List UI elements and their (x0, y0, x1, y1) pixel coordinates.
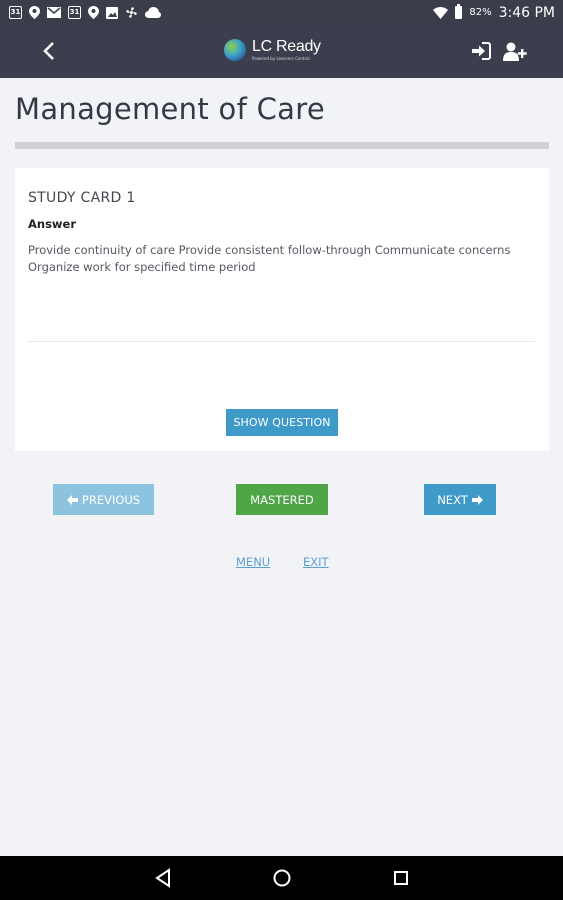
page-title: Management of Care (15, 92, 325, 126)
clock: 3:46 PM (498, 4, 555, 21)
gmail-icon (47, 7, 61, 18)
answer-heading: Answer (28, 217, 77, 231)
system-recents-button[interactable] (390, 867, 412, 889)
status-bar: 31 31 82% 3:46 PM (0, 0, 563, 25)
image-icon (106, 6, 118, 19)
notification-icons: 31 31 (9, 6, 161, 19)
answer-text: Provide continuity of care Provide consi… (28, 243, 511, 274)
calendar-icon: 31 (68, 6, 81, 19)
arrow-left-icon (66, 494, 78, 505)
app-logo: LC Ready Powered by Learners Central (224, 38, 321, 61)
next-label: NEXT (437, 492, 468, 507)
battery-icon (455, 4, 463, 19)
app-header: LC Ready Powered by Learners Central (0, 25, 563, 78)
circle-home-icon (273, 869, 291, 887)
fan-icon (125, 6, 138, 19)
system-back-button[interactable] (152, 867, 174, 889)
cloud-icon (145, 7, 161, 18)
card-divider (28, 341, 535, 342)
battery-level: 82% (469, 7, 492, 18)
menu-link[interactable]: MENU (236, 555, 270, 569)
logo-text-group: LC Ready Powered by Learners Central (252, 38, 321, 61)
add-user-button[interactable] (503, 42, 527, 62)
location-icon (29, 6, 40, 19)
android-nav-bar (0, 856, 563, 900)
login-icon (472, 42, 491, 60)
triangle-back-icon (155, 868, 170, 888)
previous-label: PREVIOUS (81, 492, 141, 507)
calendar-day: 31 (69, 8, 80, 16)
mastered-button[interactable]: MASTERED (236, 484, 328, 515)
calendar-icon: 31 (9, 6, 22, 19)
wifi-icon (433, 6, 449, 19)
next-button[interactable]: NEXT (424, 484, 496, 515)
logo-subtext: Powered by Learners Central (252, 56, 310, 61)
previous-button[interactable]: PREVIOUS (53, 484, 154, 515)
add-user-icon (503, 42, 527, 61)
system-status: 82% 3:46 PM (433, 4, 555, 21)
system-home-button[interactable] (271, 867, 293, 889)
logo-globe-icon (224, 38, 246, 61)
back-button[interactable] (36, 38, 62, 64)
square-recents-icon (394, 871, 408, 885)
logo-text: LC Ready (252, 38, 321, 55)
location-icon (88, 6, 99, 19)
card-label: STUDY CARD 1 (28, 190, 136, 206)
exit-link[interactable]: EXIT (303, 555, 329, 569)
login-button[interactable] (471, 42, 493, 62)
arrow-right-icon (471, 494, 483, 505)
show-question-button[interactable]: SHOW QUESTION (226, 409, 338, 436)
study-card: STUDY CARD 1 Answer Provide continuity o… (15, 168, 549, 451)
calendar-day: 31 (10, 8, 21, 16)
mastered-label: MASTERED (250, 492, 314, 507)
title-divider (15, 142, 549, 149)
back-icon (43, 42, 54, 60)
